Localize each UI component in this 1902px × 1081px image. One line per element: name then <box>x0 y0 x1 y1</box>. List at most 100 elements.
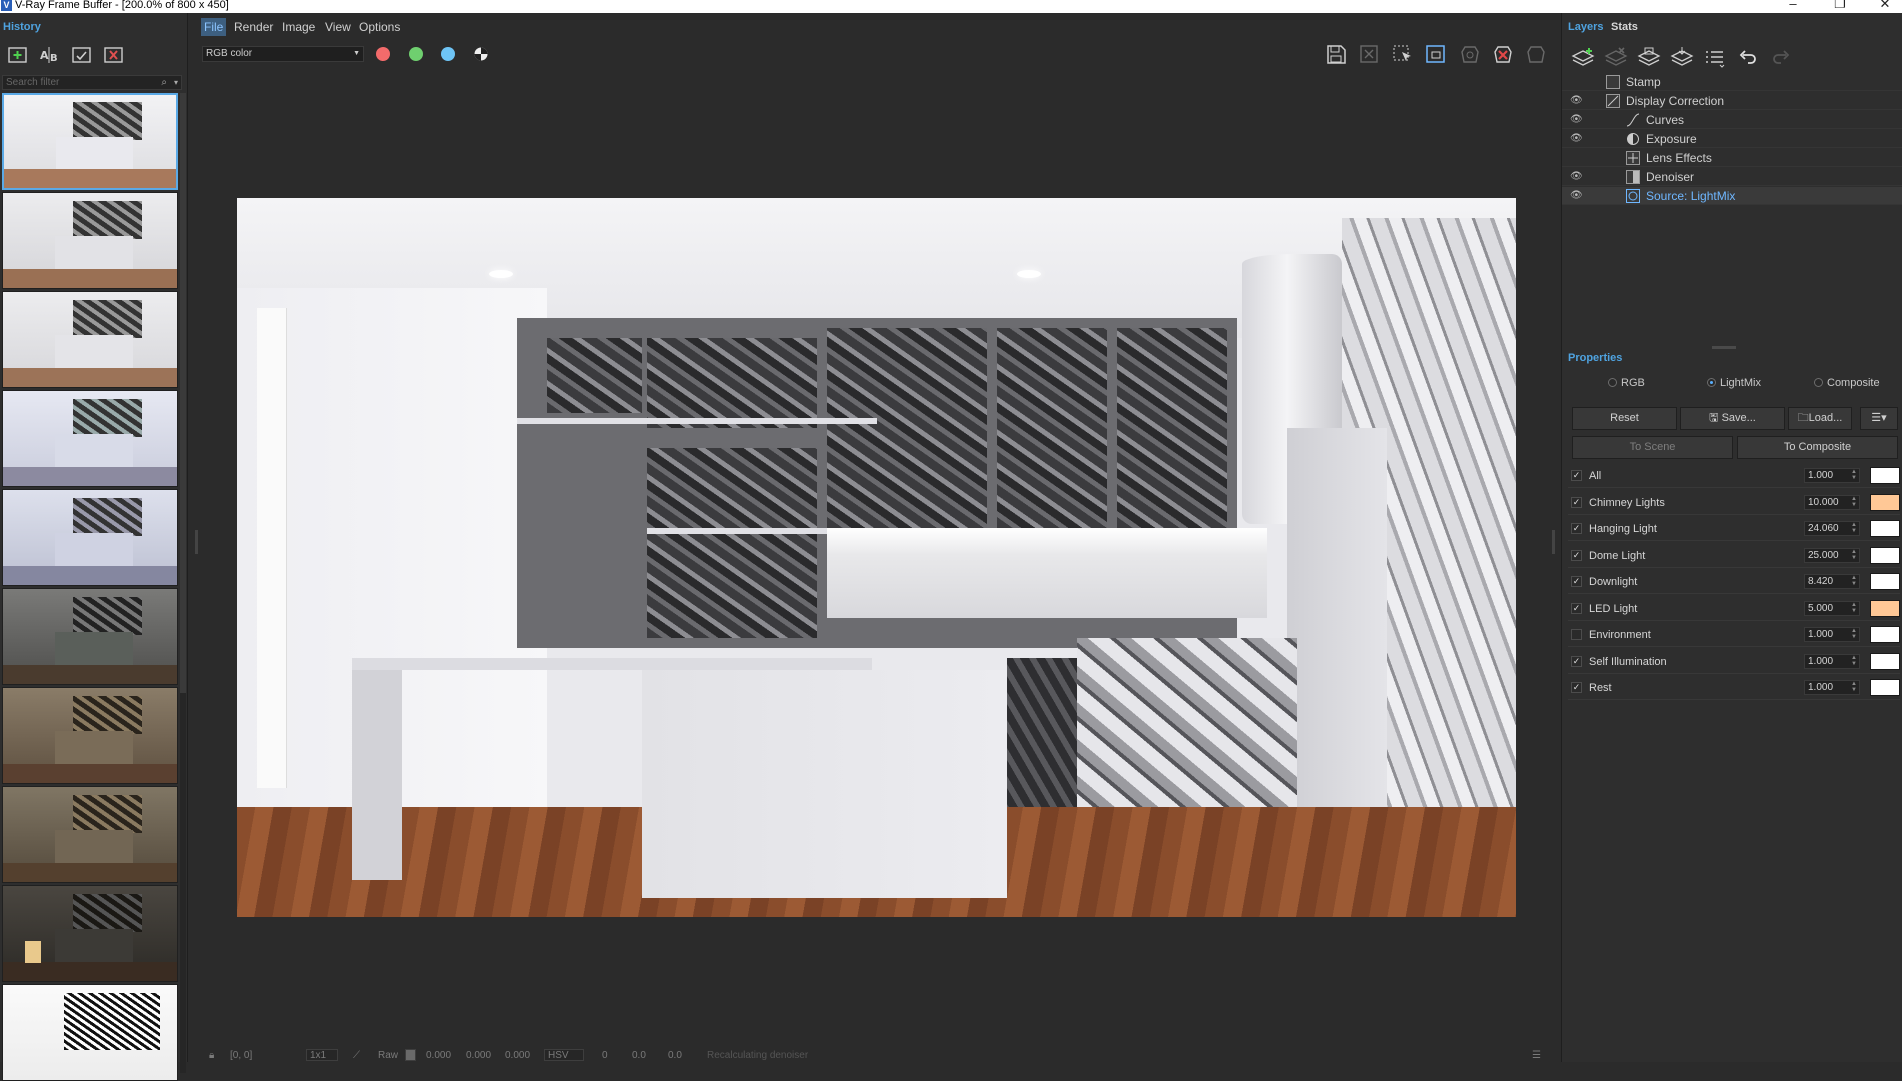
light-color-swatch[interactable] <box>1870 494 1900 511</box>
mode-composite-radio[interactable]: Composite <box>1814 377 1880 389</box>
light-color-swatch[interactable] <box>1870 573 1900 590</box>
log-icon[interactable]: ☰ <box>1532 1050 1541 1061</box>
spinner-icon[interactable]: ▲ ▼ <box>1851 681 1857 693</box>
spinner-icon[interactable]: ▲ ▼ <box>1851 496 1857 508</box>
layer-denoiser[interactable]: 👁︎ Denoiser <box>1562 168 1902 186</box>
light-enable-checkbox[interactable]: ✓ <box>1571 470 1582 481</box>
right-splitter-handle[interactable] <box>1552 530 1555 554</box>
alpha-channel-button[interactable] <box>474 47 488 61</box>
tab-layers[interactable]: Layers <box>1568 21 1603 33</box>
to-composite-button[interactable]: To Composite <box>1737 436 1898 459</box>
eye-icon[interactable]: 👁︎ <box>1570 92 1584 110</box>
channel-dropdown[interactable]: RGB color ▼ <box>202 46 364 62</box>
add-layer-icon[interactable] <box>1570 46 1596 70</box>
red-channel-button[interactable] <box>376 47 390 61</box>
layer-display-correction[interactable]: 👁︎ Display Correction <box>1562 92 1902 110</box>
eye-icon[interactable]: 👁︎ <box>1570 168 1584 186</box>
clear-image-icon[interactable] <box>1356 43 1382 65</box>
light-intensity-input[interactable]: 5.000 ▲ ▼ <box>1804 601 1860 616</box>
delete-layer-icon[interactable] <box>1603 46 1629 70</box>
light-intensity-input[interactable]: 1.000 ▲ ▼ <box>1804 654 1860 669</box>
light-enable-checkbox[interactable]: ✓ <box>1571 576 1582 587</box>
menu-render[interactable]: Render <box>231 18 276 36</box>
light-enable-checkbox[interactable]: ✓ <box>1571 656 1582 667</box>
mode-lightmix-radio[interactable]: LightMix <box>1707 377 1761 389</box>
lock-icon[interactable]: 🔒︎ <box>209 1050 214 1061</box>
menu-file[interactable]: File <box>201 18 227 36</box>
color-picker-icon[interactable]: ⟋ <box>353 1050 360 1061</box>
tab-stats[interactable]: Stats <box>1611 21 1638 33</box>
save-preset-button[interactable]: 🖫︎ Save... <box>1680 407 1785 430</box>
maximize-button[interactable]: ❐ <box>1830 0 1850 10</box>
spinner-icon[interactable]: ▲ ▼ <box>1851 549 1857 561</box>
search-icon[interactable]: ⌕ <box>161 76 167 89</box>
spinner-icon[interactable]: ▲ ▼ <box>1851 469 1857 481</box>
history-item[interactable] <box>2 489 178 586</box>
load-layers-icon[interactable] <box>1669 46 1695 70</box>
layer-lens-effects[interactable]: Lens Effects <box>1562 149 1902 167</box>
ab-compare-icon[interactable]: AB <box>38 43 62 67</box>
render-image[interactable] <box>237 198 1516 917</box>
search-dropdown-icon[interactable]: ▾ <box>174 76 178 89</box>
save-layers-icon[interactable] <box>1636 46 1662 70</box>
layer-source-lightmix[interactable]: 👁︎ Source: LightMix <box>1562 187 1902 205</box>
raw-mode[interactable]: Raw <box>378 1050 398 1061</box>
light-intensity-input[interactable]: 8.420 ▲ ▼ <box>1804 574 1860 589</box>
spinner-icon[interactable]: ▲ ▼ <box>1851 655 1857 667</box>
light-color-swatch[interactable] <box>1870 626 1900 643</box>
history-search-input[interactable]: Search filter ⌕ ▾ <box>2 75 182 90</box>
menu-options[interactable]: Options <box>356 18 403 36</box>
layer-stamp[interactable]: Stamp <box>1562 73 1902 91</box>
light-intensity-input[interactable]: 24.060 ▲ ▼ <box>1804 521 1860 536</box>
reset-button[interactable]: Reset <box>1572 407 1677 430</box>
spinner-icon[interactable]: ▲ ▼ <box>1851 522 1857 534</box>
history-scrollbar[interactable] <box>180 93 186 1073</box>
layer-curves[interactable]: 👁︎ Curves <box>1562 111 1902 129</box>
mode-rgb-radio[interactable]: RGB <box>1608 377 1645 389</box>
layer-list-icon[interactable] <box>1702 46 1728 70</box>
spinner-icon[interactable]: ▲ ▼ <box>1851 628 1857 640</box>
light-color-swatch[interactable] <box>1870 653 1900 670</box>
history-item[interactable] <box>2 192 178 289</box>
light-color-swatch[interactable] <box>1870 600 1900 617</box>
spinner-icon[interactable]: ▲ ▼ <box>1851 602 1857 614</box>
minimize-button[interactable]: – <box>1783 0 1803 10</box>
region-render-icon[interactable] <box>1390 43 1416 65</box>
history-item[interactable] <box>2 291 178 388</box>
light-enable-checkbox[interactable]: ✓ <box>1571 603 1582 614</box>
history-item[interactable] <box>2 588 178 685</box>
eye-icon[interactable]: 👁︎ <box>1570 130 1584 148</box>
eye-icon[interactable]: 👁︎ <box>1570 111 1584 129</box>
left-splitter-handle[interactable] <box>195 530 198 554</box>
undo-icon[interactable] <box>1735 46 1761 70</box>
eye-icon[interactable]: 👁︎ <box>1570 187 1584 205</box>
light-intensity-input[interactable]: 25.000 ▲ ▼ <box>1804 548 1860 563</box>
blue-channel-button[interactable] <box>441 47 455 61</box>
properties-splitter[interactable] <box>1712 346 1736 349</box>
save-image-icon[interactable] <box>1323 43 1349 65</box>
light-color-swatch[interactable] <box>1870 520 1900 537</box>
history-item[interactable] <box>2 390 178 487</box>
light-enable-checkbox[interactable]: ✓ <box>1571 682 1582 693</box>
light-intensity-input[interactable]: 1.000 ▲ ▼ <box>1804 468 1860 483</box>
load-preset-button[interactable]: 🗀︎Load... <box>1788 407 1852 430</box>
light-enable-checkbox[interactable]: ✓ <box>1571 523 1582 534</box>
green-channel-button[interactable] <box>409 47 423 61</box>
light-color-swatch[interactable] <box>1870 679 1900 696</box>
spinner-icon[interactable]: ▲ ▼ <box>1851 575 1857 587</box>
render-last-icon[interactable] <box>1457 43 1483 65</box>
light-color-swatch[interactable] <box>1870 467 1900 484</box>
light-intensity-input[interactable]: 1.000 ▲ ▼ <box>1804 627 1860 642</box>
delete-icon[interactable] <box>102 43 126 67</box>
to-scene-button[interactable]: To Scene <box>1572 436 1733 459</box>
history-item[interactable] <box>2 786 178 883</box>
redo-icon[interactable] <box>1768 46 1794 70</box>
light-enable-checkbox[interactable]: ✓ <box>1571 550 1582 561</box>
light-enable-checkbox[interactable]: ✓ <box>1571 497 1582 508</box>
stop-render-icon[interactable] <box>1490 43 1516 65</box>
lightmix-options-button[interactable]: ☰▾ <box>1860 407 1898 430</box>
menu-view[interactable]: View <box>322 18 354 36</box>
render-icon[interactable] <box>1523 43 1549 65</box>
history-item[interactable] <box>2 687 178 784</box>
light-intensity-input[interactable]: 10.000 ▲ ▼ <box>1804 495 1860 510</box>
